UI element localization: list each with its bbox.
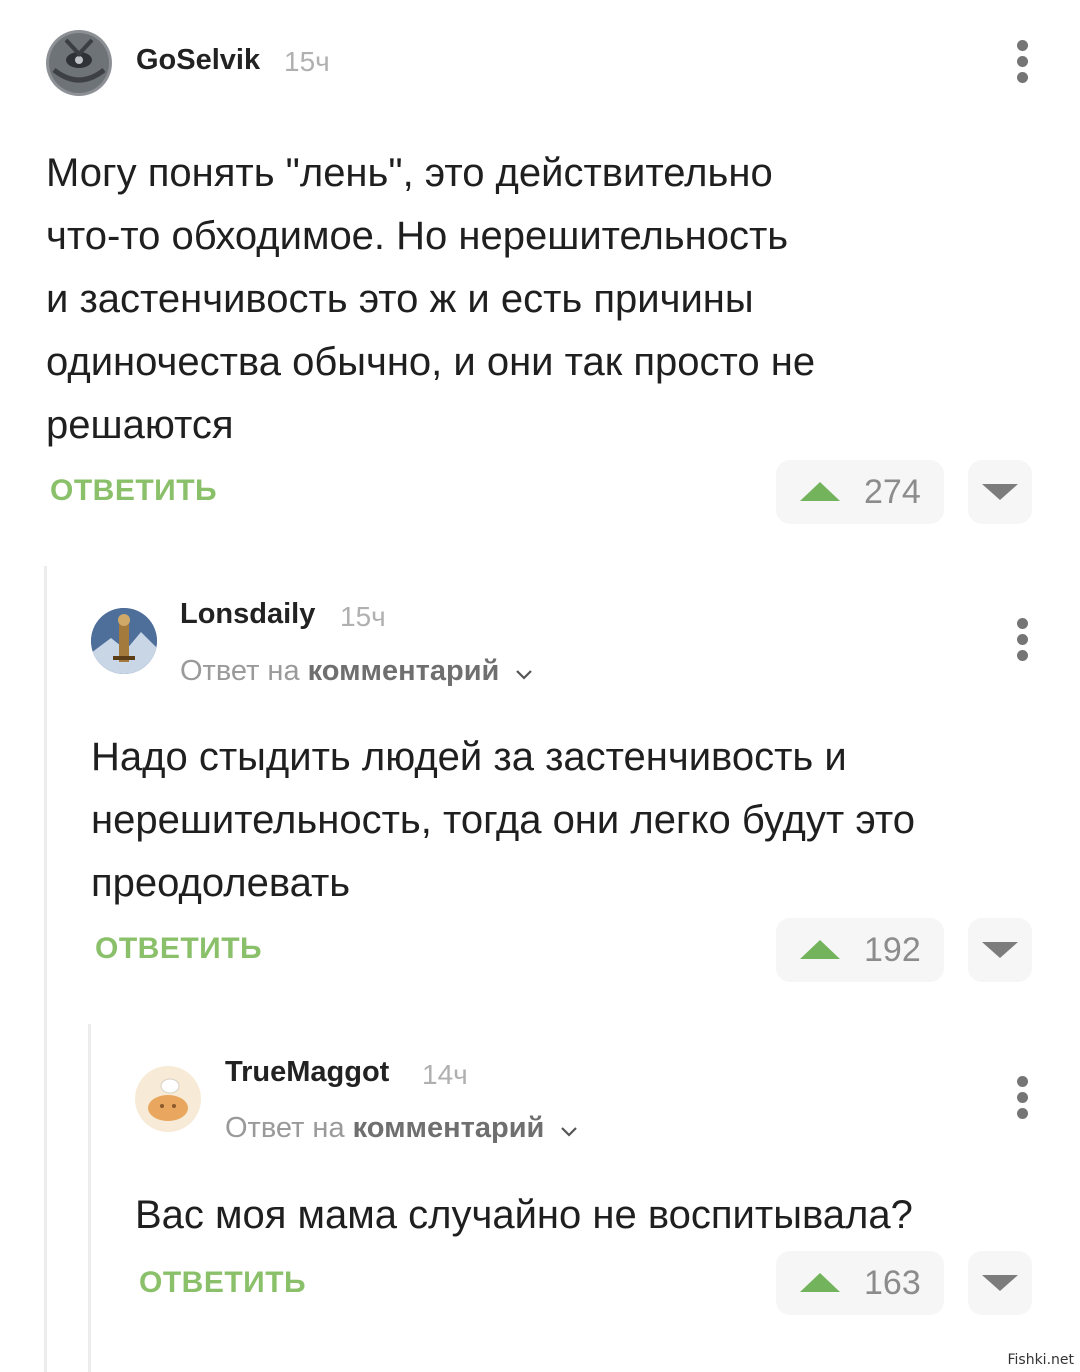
comment-text: Вас моя мама случайно не воспитывала? bbox=[135, 1193, 913, 1237]
vote-count: 192 bbox=[864, 931, 921, 969]
reply-to-link[interactable]: Ответ на комментарий bbox=[225, 1112, 578, 1146]
reply-button[interactable]: ОТВЕТИТЬ bbox=[139, 1266, 306, 1300]
reply-to-target: комментарий bbox=[352, 1112, 545, 1144]
username[interactable]: TrueMaggot bbox=[225, 1056, 389, 1089]
reply-button[interactable]: ОТВЕТИТЬ bbox=[95, 932, 262, 966]
avatar[interactable] bbox=[91, 608, 157, 674]
chevron-down-icon bbox=[560, 1113, 578, 1146]
kebab-menu-icon[interactable] bbox=[1014, 618, 1030, 662]
kebab-menu-icon[interactable] bbox=[1014, 40, 1030, 84]
vote-count: 163 bbox=[864, 1264, 921, 1302]
upvote-button[interactable]: 163 bbox=[776, 1251, 944, 1315]
watermark: Fishki.net bbox=[1007, 1352, 1074, 1368]
reply-to-prefix: Ответ на bbox=[180, 655, 300, 687]
username[interactable]: Lonsdaily bbox=[180, 598, 315, 631]
thread-line-level-1 bbox=[44, 566, 47, 1372]
upvote-button[interactable]: 192 bbox=[776, 918, 944, 982]
downvote-button[interactable] bbox=[968, 460, 1032, 524]
comment-text: Могу понять "лень", это действительно чт… bbox=[46, 151, 816, 447]
downvote-button[interactable] bbox=[968, 1251, 1032, 1315]
upvote-button[interactable]: 274 bbox=[776, 460, 944, 524]
reply-to-prefix: Ответ на bbox=[225, 1112, 345, 1144]
kebab-menu-icon[interactable] bbox=[1014, 1076, 1030, 1120]
username[interactable]: GoSelvik bbox=[136, 44, 260, 77]
thread-line-level-2 bbox=[88, 1024, 91, 1372]
timestamp: 15ч bbox=[340, 601, 386, 632]
chevron-down-icon bbox=[515, 656, 533, 689]
vote-count: 274 bbox=[864, 473, 921, 511]
timestamp: 15ч bbox=[284, 46, 330, 77]
downvote-triangle-icon bbox=[982, 942, 1018, 958]
avatar[interactable] bbox=[135, 1066, 201, 1132]
timestamp: 14ч bbox=[422, 1059, 468, 1090]
comment-text: Надо стыдить людей за застенчивость и не… bbox=[91, 735, 915, 905]
reply-to-link[interactable]: Ответ на комментарий bbox=[180, 655, 533, 689]
upvote-triangle-icon bbox=[800, 940, 840, 959]
downvote-button[interactable] bbox=[968, 918, 1032, 982]
avatar[interactable] bbox=[46, 30, 112, 96]
downvote-triangle-icon bbox=[982, 484, 1018, 500]
upvote-triangle-icon bbox=[800, 482, 840, 501]
reply-button[interactable]: ОТВЕТИТЬ bbox=[50, 474, 217, 508]
downvote-triangle-icon bbox=[982, 1275, 1018, 1291]
upvote-triangle-icon bbox=[800, 1273, 840, 1292]
reply-to-target: комментарий bbox=[307, 655, 500, 687]
